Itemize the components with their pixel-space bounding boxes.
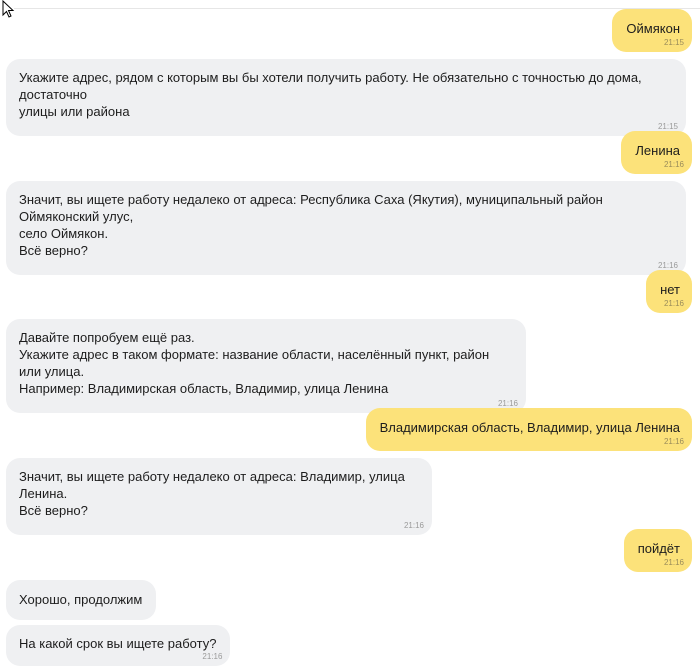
user-message: нет 21:16	[646, 270, 692, 313]
chat-message-list: Оймякон 21:15 Укажите адрес, рядом с кот…	[0, 0, 700, 666]
bot-message: Давайте попробуем ещё раз. Укажите адрес…	[6, 319, 526, 413]
message-text: На какой срок вы ищете работу?	[19, 636, 217, 651]
message-text: Значит, вы ищете работу недалеко от адре…	[19, 192, 603, 258]
message-text: нет	[660, 282, 680, 297]
bot-message: Укажите адрес, рядом с которым вы бы хот…	[6, 59, 686, 136]
message-text: Оймякон	[626, 21, 680, 36]
message-text: пойдёт	[637, 541, 680, 556]
message-time: 21:16	[663, 558, 684, 567]
user-message: пойдёт 21:16	[623, 529, 692, 572]
message-text: Укажите адрес, рядом с которым вы бы хот…	[19, 70, 642, 119]
message-time: 21:16	[202, 652, 223, 661]
bot-message: На какой срок вы ищете работу? 21:16	[6, 625, 231, 666]
message-text: Значит, вы ищете работу недалеко от адре…	[19, 469, 405, 518]
message-text: Давайте попробуем ещё раз. Укажите адрес…	[19, 330, 490, 396]
user-message: Владимирская область, Владимир, улица Ле…	[365, 408, 692, 451]
message-time: 21:16	[663, 437, 684, 446]
message-text: Ленина	[635, 143, 680, 158]
message-time: 21:16	[403, 521, 424, 530]
bot-message: Значит, вы ищете работу недалеко от адре…	[6, 181, 686, 275]
message-text: Владимирская область, Владимир, улица Ле…	[379, 420, 680, 435]
message-time: 21:16	[663, 160, 684, 169]
message-text: Хорошо, продолжим	[19, 592, 143, 607]
user-message: Оймякон 21:15	[612, 9, 692, 52]
bot-message: Значит, вы ищете работу недалеко от адре…	[6, 458, 432, 535]
bot-message: Хорошо, продолжим	[6, 580, 157, 620]
message-time: 21:16	[663, 299, 684, 308]
user-message: Ленина 21:16	[621, 131, 692, 174]
message-time: 21:15	[663, 38, 684, 47]
